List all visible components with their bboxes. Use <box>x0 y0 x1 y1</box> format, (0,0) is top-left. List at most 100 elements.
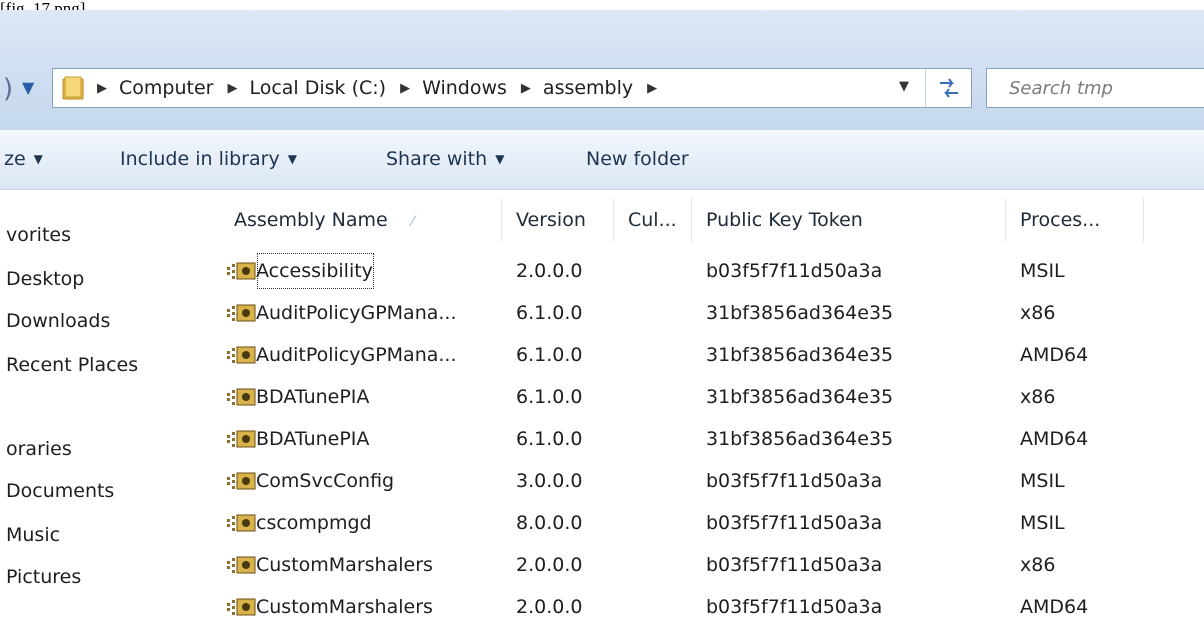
version-cell: 6.1.0.0 <box>516 302 583 324</box>
processor-cell: AMD64 <box>1020 428 1089 450</box>
include-in-library-button[interactable]: Include in library ▼ <box>120 148 297 170</box>
assembly-name: BDATunePIA <box>256 386 370 408</box>
organize-label: ze <box>4 148 26 170</box>
table-row[interactable]: BDATunePIA 6.1.0.0 31bf3856ad364e35 x86 <box>220 376 1204 418</box>
public-key-token-cell: b03f5f7f11d50a3a <box>706 596 883 618</box>
table-row[interactable]: ComSvcConfig 3.0.0.0 b03f5f7f11d50a3a MS… <box>220 460 1204 502</box>
public-key-token-cell: 31bf3856ad364e35 <box>706 386 894 408</box>
culture-cell <box>628 250 692 292</box>
assembly-name-cell: CustomMarshalers <box>220 586 502 628</box>
version-cell: 6.1.0.0 <box>516 344 583 366</box>
chevron-right-icon[interactable]: ▶ <box>521 81 531 96</box>
assembly-name-cell: BDATunePIA <box>220 418 502 460</box>
share-with-label: Share with <box>386 148 488 170</box>
explorer-window: ) ▼ ▶ Computer ▶ Local Disk (C:) ▶ Windo… <box>0 10 1204 618</box>
column-header-culture[interactable]: Cul... <box>614 198 692 242</box>
nav-documents[interactable]: Documents <box>6 480 114 502</box>
assembly-name-cell: BDATunePIA <box>220 376 502 418</box>
share-with-button[interactable]: Share with ▼ <box>386 148 504 170</box>
assembly-icon <box>227 472 256 490</box>
version-cell: 2.0.0.0 <box>516 554 583 576</box>
chevron-right-icon[interactable]: ▶ <box>400 81 410 96</box>
assembly-name-cell: Accessibility <box>220 250 502 292</box>
assembly-name-cell: ComSvcConfig <box>220 460 502 502</box>
nav-pictures[interactable]: Pictures <box>6 566 81 588</box>
history-dropdown-button[interactable]: ) ▼ <box>0 72 46 108</box>
table-row[interactable]: Accessibility 2.0.0.0 b03f5f7f11d50a3a M… <box>220 250 1204 292</box>
assembly-name: BDATunePIA <box>256 428 370 450</box>
include-in-library-label: Include in library <box>120 148 280 170</box>
breadcrumb-assembly[interactable]: assembly <box>543 77 633 99</box>
table-row[interactable]: BDATunePIA 6.1.0.0 31bf3856ad364e35 AMD6… <box>220 418 1204 460</box>
column-header-label: Version <box>516 209 586 231</box>
breadcrumb-windows[interactable]: Windows <box>422 77 507 99</box>
assembly-name: ComSvcConfig <box>256 470 395 492</box>
assembly-icon <box>227 304 256 322</box>
version-cell: 3.0.0.0 <box>516 470 583 492</box>
public-key-token-cell: b03f5f7f11d50a3a <box>706 512 883 534</box>
nav-downloads[interactable]: Downloads <box>6 310 110 332</box>
assembly-icon <box>227 514 256 532</box>
processor-cell: x86 <box>1020 554 1056 576</box>
version-cell: 6.1.0.0 <box>516 428 583 450</box>
public-key-token-cell: 31bf3856ad364e35 <box>706 428 894 450</box>
search-input[interactable] <box>1007 77 1204 100</box>
assembly-name: Accessibility <box>254 250 377 292</box>
table-row[interactable]: CustomMarshalers 2.0.0.0 b03f5f7f11d50a3… <box>220 586 1204 628</box>
culture-cell <box>628 544 692 586</box>
public-key-token-cell: 31bf3856ad364e35 <box>706 344 894 366</box>
table-row[interactable]: AuditPolicyGPMana... 6.1.0.0 31bf3856ad3… <box>220 334 1204 376</box>
culture-cell <box>628 418 692 460</box>
culture-cell <box>628 334 692 376</box>
chevron-right-icon[interactable]: ▶ <box>647 81 657 96</box>
search-box[interactable] <box>986 68 1204 108</box>
breadcrumb: ▶ Computer ▶ Local Disk (C:) ▶ Windows ▶… <box>97 69 669 107</box>
culture-cell <box>628 586 692 628</box>
table-row[interactable]: AuditPolicyGPMana... 6.1.0.0 31bf3856ad3… <box>220 292 1204 334</box>
organize-button[interactable]: ze ▼ <box>4 148 43 170</box>
chevron-down-icon: ▼ <box>495 152 505 166</box>
version-cell: 2.0.0.0 <box>516 260 583 282</box>
table-row[interactable]: CustomMarshalers 2.0.0.0 b03f5f7f11d50a3… <box>220 544 1204 586</box>
breadcrumb-computer[interactable]: Computer <box>119 77 213 99</box>
assembly-icon <box>227 388 256 406</box>
nav-libraries[interactable]: oraries <box>6 438 72 460</box>
column-header-version[interactable]: Version <box>502 198 614 242</box>
column-header-label: Proces... <box>1020 209 1101 231</box>
processor-cell: MSIL <box>1020 260 1065 282</box>
nav-desktop[interactable]: Desktop <box>6 268 84 290</box>
nav-favorites[interactable]: vorites <box>6 224 71 246</box>
address-bar-region: ) ▼ ▶ Computer ▶ Local Disk (C:) ▶ Windo… <box>0 10 1204 130</box>
navigation-pane: vorites Desktop Downloads Recent Places … <box>0 190 210 588</box>
sort-icon: ⁄ <box>411 214 415 230</box>
address-bar[interactable]: ▶ Computer ▶ Local Disk (C:) ▶ Windows ▶… <box>52 68 972 108</box>
nav-recent-places[interactable]: Recent Places <box>6 354 138 376</box>
breadcrumb-local-disk[interactable]: Local Disk (C:) <box>249 77 386 99</box>
table-row[interactable]: cscompmgd 8.0.0.0 b03f5f7f11d50a3a MSIL <box>220 502 1204 544</box>
assembly-name: CustomMarshalers <box>256 596 433 618</box>
version-cell: 2.0.0.0 <box>516 596 583 618</box>
column-header-label: Assembly Name <box>234 209 388 231</box>
assembly-name: CustomMarshalers <box>256 554 433 576</box>
column-header-row: Assembly Name ⁄ Version Cul... Public Key… <box>220 198 1204 242</box>
column-header-public-key-token[interactable]: Public Key Token <box>692 198 1006 242</box>
column-header-assembly-name[interactable]: Assembly Name ⁄ <box>220 198 502 242</box>
chevron-down-icon: ▼ <box>287 152 297 166</box>
processor-cell: MSIL <box>1020 470 1065 492</box>
processor-cell: x86 <box>1020 302 1056 324</box>
refresh-button[interactable] <box>925 69 971 107</box>
culture-cell <box>628 502 692 544</box>
column-header-processor[interactable]: Proces... <box>1006 198 1144 242</box>
address-history-dropdown[interactable]: ▼ <box>899 79 909 94</box>
nav-music[interactable]: Music <box>6 524 60 546</box>
new-folder-button[interactable]: New folder <box>586 148 689 170</box>
chevron-right-icon[interactable]: ▶ <box>97 81 107 96</box>
culture-cell <box>628 376 692 418</box>
public-key-token-cell: b03f5f7f11d50a3a <box>706 470 883 492</box>
chevron-right-icon[interactable]: ▶ <box>227 81 237 96</box>
assembly-icon <box>227 430 256 448</box>
forward-button-edge[interactable]: ) <box>3 74 13 104</box>
assembly-name: AuditPolicyGPMana... <box>256 344 457 366</box>
assembly-name: cscompmgd <box>256 512 372 534</box>
processor-cell: AMD64 <box>1020 596 1089 618</box>
